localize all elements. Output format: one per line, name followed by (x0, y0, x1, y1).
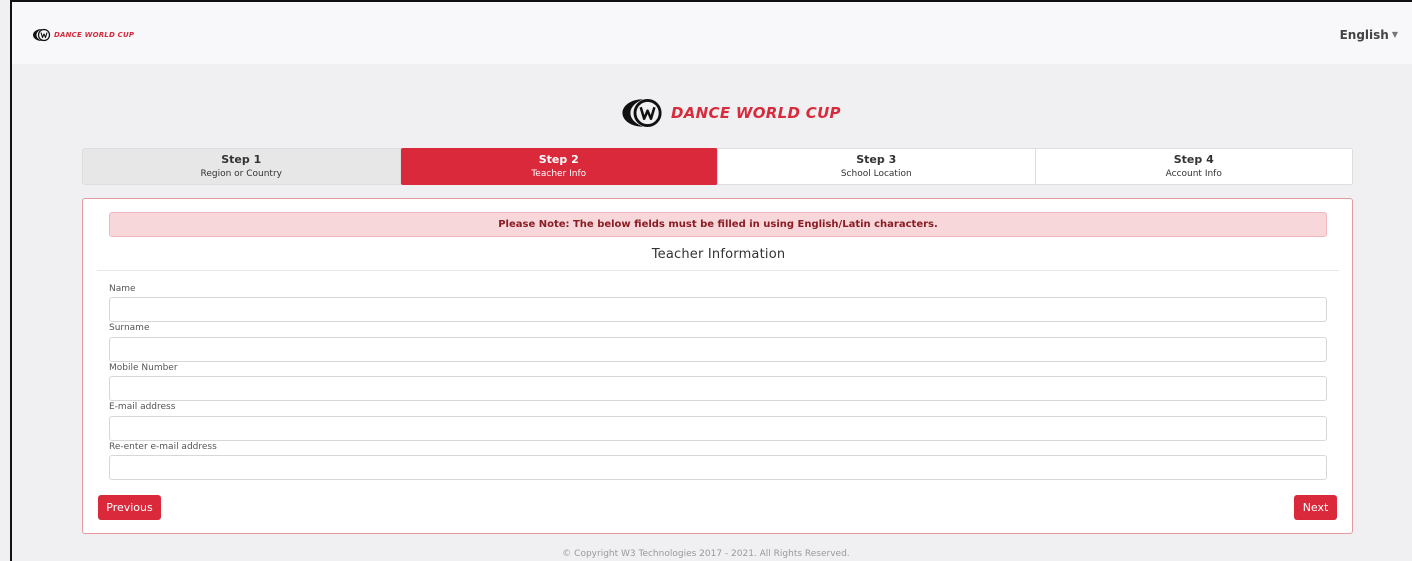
dwc-logo-large-icon (622, 99, 662, 127)
next-button[interactable]: Next (1294, 495, 1337, 520)
step-1-title: Step 1 (221, 153, 262, 166)
name-input[interactable] (109, 297, 1327, 322)
footer-copyright: © Copyright W3 Technologies 2017 - 2021.… (562, 549, 850, 559)
step-3[interactable]: Step 3 School Location (718, 149, 1036, 184)
step-2-subtitle: Teacher Info (531, 169, 587, 179)
previous-button[interactable]: Previous (98, 495, 161, 520)
language-label: English (1339, 28, 1389, 42)
surname-input[interactable] (109, 337, 1327, 362)
teacher-info-card: Please Note: The below fields must be fi… (82, 198, 1353, 534)
email-input[interactable] (109, 416, 1327, 441)
email-confirm-input[interactable] (109, 455, 1327, 480)
mobile-number-input[interactable] (109, 376, 1327, 401)
top-navbar: DANCE WORLD CUP English ▼ (12, 2, 1412, 64)
step-4-title: Step 4 (1173, 153, 1214, 166)
step-4-subtitle: Account Info (1165, 169, 1222, 179)
name-label: Name (109, 284, 136, 294)
header-brand-text: DANCE WORLD CUP (671, 104, 841, 122)
step-1-subtitle: Region or Country (200, 169, 283, 179)
email-confirm-label: Re-enter e-mail address (109, 442, 217, 452)
step-2[interactable]: Step 2 Teacher Info (400, 148, 718, 185)
navbar-brand[interactable]: DANCE WORLD CUP (32, 28, 134, 42)
navbar-brand-text: DANCE WORLD CUP (54, 31, 135, 39)
section-divider (97, 270, 1339, 271)
step-3-title: Step 3 (856, 153, 897, 166)
wizard-steps: Step 1 Region or Country Step 2 Teacher … (82, 148, 1353, 185)
step-4[interactable]: Step 4 Account Info (1035, 149, 1352, 184)
caret-down-icon: ▼ (1391, 30, 1398, 39)
step-3-subtitle: School Location (840, 169, 912, 179)
email-label: E-mail address (109, 402, 176, 412)
section-title: Teacher Information (651, 247, 786, 262)
dwc-logo-icon (33, 28, 51, 42)
step-2-title: Step 2 (538, 153, 579, 166)
header-logo: DANCE WORLD CUP (620, 97, 841, 129)
window-frame-left (10, 0, 12, 561)
mobile-number-label: Mobile Number (109, 363, 178, 373)
latin-characters-alert: Please Note: The below fields must be fi… (109, 212, 1327, 237)
language-dropdown[interactable]: English ▼ (1340, 28, 1398, 42)
surname-label: Surname (109, 323, 150, 333)
step-1[interactable]: Step 1 Region or Country (83, 149, 401, 184)
